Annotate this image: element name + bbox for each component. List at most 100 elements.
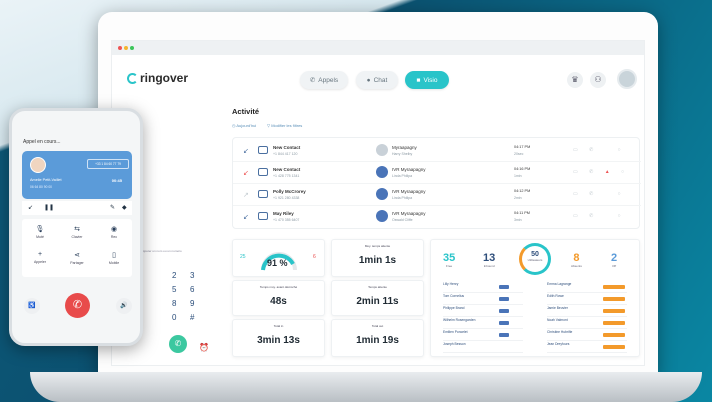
call-time: 04:17 PM [514,145,531,149]
list-item[interactable]: Jean Dreyfours [547,342,627,353]
list-item[interactable]: Jamie Beuvier [547,306,627,317]
agent-sub: Oswald Cliffe [392,218,413,222]
gauge-card: 25 91 % 6 [232,239,325,277]
list-item[interactable]: Edith Rowe [547,294,627,305]
row-actions-icon[interactable]: ▭ ✆ ▲ ○ [573,169,629,175]
list-item[interactable]: Joseph Besson [443,342,523,353]
phone-icon: ✆ [309,77,316,84]
caller-avatar [30,157,46,173]
nav-calls-button[interactable]: ✆ Appels [300,71,348,89]
laptop: ringover ✆ Appels ● Chat ■ Visio ♛ ⚇ Act… [98,12,658,378]
activity-table: ↙ New Contact +1 844 417 120 Myraapagny … [232,137,641,229]
contact-number: +1 921 280 4338 [273,196,300,200]
add-call-button[interactable]: + Appeler [22,251,58,264]
record-button[interactable]: ◉ Rec [96,225,132,239]
dial-key[interactable]: 0 [172,313,176,322]
dial-key[interactable]: 5 [172,285,176,294]
add-icon: + [37,251,43,258]
kpi-absent: 8 Absents [571,252,582,268]
ringover-logo: ringover [127,71,188,85]
table-row[interactable]: ↙ New Contact +1 844 417 120 Myraapagny … [233,140,641,162]
dial-call-button[interactable]: ✆ [169,335,187,353]
call-control-bar: ↙ ❚❚ ✎ ◆ [22,201,132,215]
call-status-title: Appel en cours... [23,139,61,145]
list-item[interactable]: Noah Valmont [547,318,627,329]
transfer-call-icon[interactable]: ↙ [28,204,33,211]
agent-name: Myraapagny [392,145,417,150]
keypad-button[interactable]: ⇆ Clavier [59,225,95,239]
dial-key[interactable]: 8 [172,299,176,308]
logo-mark-icon [127,72,138,84]
list-item[interactable]: Wilhelm Rosengarden [443,318,523,329]
call-duration: 1min [514,174,522,178]
list-item[interactable]: Emma Lagrange [547,282,627,293]
call-actions-grid: 🎙 Muté ⇆ Clavier ◉ Rec + Appeler ⋖ Parta… [22,219,132,277]
dial-key[interactable]: 2 [172,271,176,280]
tag-icon[interactable]: ◆ [122,204,127,211]
share-button[interactable]: ⋖ Partager [59,251,95,265]
contact-name: Polly McCrorey [273,189,306,194]
incoming-call-icon: ↙ [243,214,249,221]
table-row[interactable]: ↙ May Riley +1 470 355 6407 IVR Myraapag… [233,206,641,228]
edit-filters-link[interactable]: ▽ Modifier les filtres [267,123,302,128]
row-actions-icon[interactable]: ▭ ✆ ○ [573,147,626,153]
users-panel: 35 Free 13 Inbound 50 Utilisateurs 8 Abs… [430,239,640,357]
table-row[interactable]: ↙ New Contact +1 428 775 1341 IVR Myraap… [233,162,641,184]
window-close-dot[interactable] [118,46,122,50]
list-item[interactable]: Emilien Poncelet [443,330,523,341]
mobile-button[interactable]: ▯ Mobile [96,251,132,265]
alarm-icon[interactable]: ⏰ [199,343,209,352]
dialpad-input[interactable]: Ajouter un nom ou un numéro [142,249,182,253]
contact-icon [258,212,268,220]
row-actions-icon[interactable]: ▭ ✆ ○ [573,191,626,197]
gauge-right-value: 6 [313,254,316,260]
agent-avatar [376,210,388,222]
team-icon[interactable]: ⚇ [590,72,606,88]
nav-chat-button[interactable]: ● Chat [356,71,398,89]
contact-name: New Contact [273,145,301,150]
mute-button[interactable]: 🎙 Muté [22,225,58,239]
dial-key[interactable]: 9 [190,299,194,308]
call-timer: 00:45 [111,178,122,183]
stat-label: Total in [273,324,284,328]
window-minimize-dot[interactable] [124,46,128,50]
stat-card: Moy. temps attente 1min 1s [331,239,424,277]
user-avatar[interactable] [617,69,637,89]
agent-avatar [376,188,388,200]
caller-number-button[interactable]: +33 1 84 60 77 79 [87,159,129,169]
hang-up-button[interactable]: ✆ [65,293,90,318]
edit-icon[interactable]: ✎ [110,204,115,211]
brand-name: ringover [140,71,189,85]
call-duration: 3min [514,218,522,222]
incoming-call-icon: ↙ [243,148,249,155]
table-row[interactable]: ↗ Polly McCrorey +1 921 280 4338 IVR Myr… [233,184,641,206]
call-duration: 20sec [514,152,524,156]
caller-sub: 06 64 80 90 00 [30,185,52,189]
speaker-button[interactable]: 🔊 [116,298,132,314]
stat-card: Temps moy. avant décroché 48s [232,280,325,316]
dial-key[interactable]: 3 [190,271,194,280]
accessibility-button[interactable]: ♿ [24,298,40,314]
dial-key[interactable]: 6 [190,285,194,294]
contact-name: May Riley [273,211,294,216]
agent-sub: Linda Philipa [392,196,413,200]
window-maximize-dot[interactable] [130,46,134,50]
contact-icon [258,190,268,198]
pause-icon[interactable]: ❚❚ [44,204,54,211]
call-time: 04:11 PM [514,211,530,215]
dial-key[interactable]: # [190,313,194,322]
list-item[interactable]: Philippe Brand [443,306,523,317]
list-item[interactable]: Tom Cornelius [443,294,523,305]
missed-call-icon: ↙ [243,170,249,177]
contact-number: +1 428 775 1341 [273,174,300,178]
stat-card: Total in 3min 13s [232,319,325,357]
gauge-value: 91 % [267,258,288,268]
row-actions-icon[interactable]: ▭ ✆ ○ [573,213,626,219]
call-time: 04:12 PM [514,189,531,193]
list-item[interactable]: Lilly Henry [443,282,523,293]
laptop-base [30,372,702,402]
crown-icon[interactable]: ♛ [567,72,583,88]
list-item[interactable]: Christine Hubrifle [547,330,627,341]
date-filter[interactable]: ◷ Aujourd'hui [232,123,256,128]
nav-visio-button[interactable]: ■ Visio [405,71,449,89]
